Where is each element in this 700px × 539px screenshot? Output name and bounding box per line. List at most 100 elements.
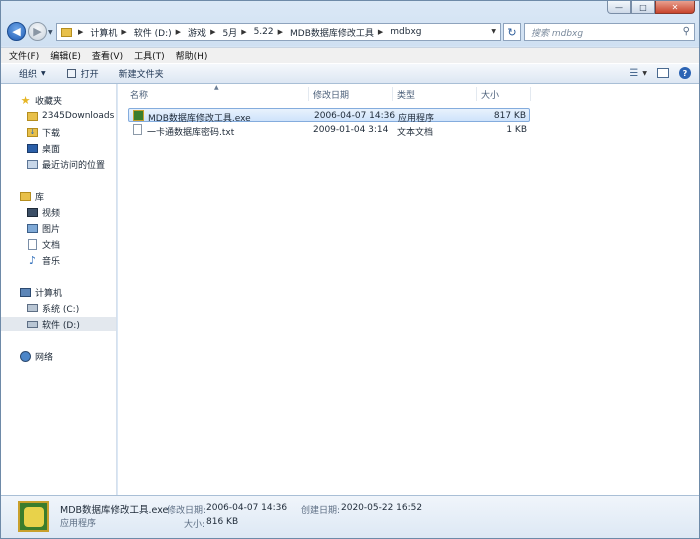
maximize-button[interactable]: □ (631, 1, 655, 14)
breadcrumb-mdbxg[interactable]: mdbxg (390, 27, 421, 37)
sidebar-item-videos[interactable]: 视频 (27, 205, 60, 219)
arrow-right-icon: ▶ (33, 25, 42, 38)
sidebar-item-2345downloads[interactable]: 2345Downloads (27, 109, 114, 123)
menu-view[interactable]: 查看(V) (92, 49, 123, 62)
star-icon: ★ (20, 93, 31, 107)
open-button[interactable]: 打开 (66, 67, 99, 80)
application-icon (18, 501, 49, 532)
breadcrumb-root-arrow[interactable]: ▶ (78, 28, 87, 36)
search-input[interactable]: 搜索 mdbxg ⚲ (524, 23, 695, 41)
address-bar[interactable]: ▶ 计算机 ▶ 软件 (D:) ▶ 游戏 ▶ 5月 ▶ 5.22 ▶ MDB数据库修改工具… (56, 23, 501, 41)
column-header-type[interactable]: 类型 (393, 87, 477, 101)
search-placeholder: 搜索 mdbxg (531, 28, 584, 39)
table-row[interactable]: MDB数据库修改工具.exe 2006-04-07 14:36 应用程序 817… (128, 108, 530, 124)
details-file-kind: 应用程序 (60, 519, 97, 529)
view-list-icon: ☰ (629, 67, 639, 79)
details-modified-label: 修改日期: (167, 506, 207, 516)
details-size-value: 816 KB (206, 517, 239, 527)
folder-icon (61, 27, 72, 37)
sidebar-item-desktop[interactable]: 桌面 (27, 141, 60, 155)
chevron-down-icon: ▼ (41, 70, 46, 77)
help-button[interactable]: ? (679, 67, 691, 79)
column-header-date[interactable]: 修改日期 (309, 87, 393, 101)
sidebar-item-drive-d[interactable]: 软件 (D:) (1, 317, 116, 331)
arrow-left-icon: ◀ (12, 25, 21, 38)
sidebar-item-favorites[interactable]: ★ 收藏夹 (20, 93, 62, 107)
view-controls: ☰ ▼ ? (629, 67, 691, 79)
sidebar-item-recent-places[interactable]: 最近访问的位置 (27, 157, 105, 171)
menu-help[interactable]: 帮助(H) (176, 49, 208, 62)
sidebar-item-libraries[interactable]: 库 (20, 189, 44, 203)
recent-pages-dropdown[interactable]: ▼ (48, 29, 53, 36)
table-row[interactable]: 一卡通数据库密码.txt 2009-01-04 3:14 文本文档 1 KB (128, 123, 530, 138)
menu-edit[interactable]: 编辑(E) (50, 49, 81, 62)
sidebar-item-downloads[interactable]: ↓ 下载 (27, 125, 60, 139)
refresh-icon: ↻ (507, 25, 517, 39)
file-date: 2006-04-07 14:36 (314, 111, 396, 121)
details-size-label: 大小: (184, 520, 206, 530)
video-icon (27, 207, 38, 217)
file-name: 一卡通数据库密码.txt (147, 128, 235, 138)
command-bar: 组织 ▼ 打开 新建文件夹 ☰ ▼ ? (1, 63, 699, 84)
window-controls: — □ ✕ (607, 1, 695, 14)
network-icon (20, 350, 31, 362)
details-created-value: 2020-05-22 16:52 (341, 503, 423, 513)
breadcrumb-mdb-tool[interactable]: MDB数据库修改工具 ▶ (290, 26, 387, 39)
folder-icon (27, 111, 38, 121)
text-file-icon (133, 124, 142, 135)
new-folder-button[interactable]: 新建文件夹 (119, 67, 164, 80)
navigation-bar: ◀ ▶ ▼ ▶ 计算机 ▶ 软件 (D:) ▶ 游戏 ▶ 5月 ▶ 5.22 ▶ MDB数… (1, 21, 699, 45)
breadcrumb-may[interactable]: 5月 ▶ (222, 26, 250, 39)
music-icon: ♪ (28, 253, 37, 267)
breadcrumb-games[interactable]: 游戏 ▶ (188, 26, 219, 39)
sidebar-item-documents[interactable]: 文档 (27, 237, 60, 251)
back-button[interactable]: ◀ (7, 22, 26, 41)
sidebar-item-computer[interactable]: 计算机 (20, 285, 62, 299)
minimize-button[interactable]: — (607, 1, 631, 14)
recent-places-icon (27, 159, 38, 169)
refresh-button[interactable]: ↻ (503, 23, 521, 41)
breadcrumb-computer[interactable]: 计算机 ▶ (90, 26, 130, 39)
downloads-folder-icon: ↓ (27, 127, 38, 137)
preview-pane-button[interactable] (657, 68, 669, 78)
sidebar-item-drive-c[interactable]: 系统 (C:) (27, 301, 79, 315)
column-header-size[interactable]: 大小 (477, 87, 531, 101)
exe-icon (133, 110, 144, 121)
navigation-pane: ★ 收藏夹 2345Downloads ↓ 下载 桌面 最近访问的位置 库 视频 (1, 84, 117, 495)
details-file-name: MDB数据库修改工具.exe (60, 505, 169, 516)
pictures-icon (27, 223, 38, 233)
file-size: 817 KB (493, 111, 526, 121)
menu-file[interactable]: 文件(F) (9, 49, 39, 62)
file-type: 文本文档 (397, 128, 434, 138)
change-view-button[interactable]: ☰ ▼ (629, 68, 647, 79)
explorer-window: — □ ✕ ◀ ▶ ▼ ▶ 计算机 ▶ 软件 (D:) ▶ 游戏 ▶ 5月 ▶ 5.22… (0, 0, 700, 539)
desktop-icon (27, 143, 38, 153)
details-pane: MDB数据库修改工具.exe 应用程序 修改日期: 2006-04-07 14:… (1, 495, 699, 538)
close-button[interactable]: ✕ (655, 1, 695, 14)
breadcrumb-5-22[interactable]: 5.22 ▶ (254, 27, 287, 37)
title-bar: — □ ✕ (1, 1, 699, 15)
sidebar-item-pictures[interactable]: 图片 (27, 221, 60, 235)
file-size: 1 KB (506, 125, 527, 135)
search-icon[interactable]: ⚲ (683, 26, 690, 37)
file-list: ▲ 名称 修改日期 类型 大小 MDB数据库修改工具.exe 2006-04-0… (118, 84, 699, 495)
menu-tools[interactable]: 工具(T) (134, 49, 165, 62)
drive-icon (27, 320, 38, 328)
sidebar-item-network[interactable]: 网络 (20, 349, 53, 363)
column-headers: ▲ 名称 修改日期 类型 大小 (118, 84, 699, 104)
open-icon (66, 69, 76, 78)
forward-button[interactable]: ▶ (28, 22, 47, 41)
library-icon (20, 191, 31, 201)
organize-button[interactable]: 组织 ▼ (19, 67, 46, 80)
breadcrumb-drive-d[interactable]: 软件 (D:) ▶ (134, 26, 185, 39)
computer-icon (20, 287, 31, 297)
sidebar-item-music[interactable]: ♪ 音乐 (27, 253, 60, 267)
system-drive-icon (27, 304, 38, 312)
documents-icon (28, 238, 37, 250)
column-header-name[interactable]: 名称 (126, 87, 309, 101)
menu-bar: 文件(F) 编辑(E) 查看(V) 工具(T) 帮助(H) (1, 47, 699, 63)
details-created-label: 创建日期: (301, 506, 341, 516)
chevron-down-icon: ▼ (642, 69, 647, 77)
file-date: 2009-01-04 3:14 (313, 125, 389, 135)
address-dropdown-icon[interactable]: ▼ (491, 28, 496, 35)
